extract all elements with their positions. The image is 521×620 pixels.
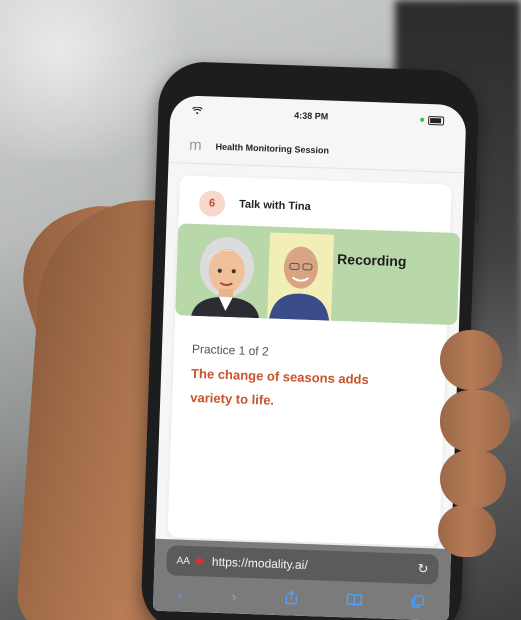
mic-indicator-icon xyxy=(420,117,425,122)
step-header: 6 Talk with Tina xyxy=(198,190,312,220)
url-bar[interactable]: AA https://modality.ai/ ↻ xyxy=(166,545,439,585)
app-logo[interactable]: m xyxy=(189,137,202,154)
finger xyxy=(438,505,496,557)
book-icon[interactable] xyxy=(346,592,363,609)
chevron-left-icon[interactable]: ‹ xyxy=(178,587,183,603)
browser-nav: ‹ › xyxy=(153,581,450,617)
video-call-panel: Recording xyxy=(175,223,461,326)
battery-icon xyxy=(427,115,445,126)
step-title: Talk with Tina xyxy=(238,198,311,213)
recording-label: Recording xyxy=(336,250,407,270)
phone-screen: 4:38 PM m Health Monitoring Session 6 Ta… xyxy=(152,94,467,620)
avatar-tina xyxy=(185,230,268,319)
chevron-right-icon[interactable]: › xyxy=(231,588,236,604)
status-time: 4:38 PM xyxy=(294,110,329,122)
share-icon[interactable] xyxy=(285,590,298,607)
finger xyxy=(440,330,502,390)
tabs-icon[interactable] xyxy=(411,595,425,611)
finger xyxy=(440,450,506,508)
page-title: Health Monitoring Session xyxy=(215,141,330,156)
step-number-badge: 6 xyxy=(198,190,226,217)
reload-icon[interactable]: ↻ xyxy=(417,561,428,577)
practice-counter: Practice 1 of 2 xyxy=(191,341,269,359)
url-text[interactable]: https://modality.ai/ xyxy=(212,555,308,572)
session-card: 6 Talk with Tina Recording Practice 1 of… xyxy=(167,175,461,547)
practice-sentence: The change of seasons adds variety to li… xyxy=(190,365,370,408)
smartphone: 4:38 PM m Health Monitoring Session 6 Ta… xyxy=(140,60,481,620)
text-size-button[interactable]: AA xyxy=(176,555,190,566)
wifi-icon xyxy=(191,106,203,117)
photo-scene: 4:38 PM m Health Monitoring Session 6 Ta… xyxy=(0,0,521,620)
browser-toolbar: AA https://modality.ai/ ↻ ‹ › xyxy=(152,538,452,620)
finger xyxy=(440,390,510,452)
recording-dot-icon xyxy=(195,558,205,565)
participant-video xyxy=(267,232,335,321)
